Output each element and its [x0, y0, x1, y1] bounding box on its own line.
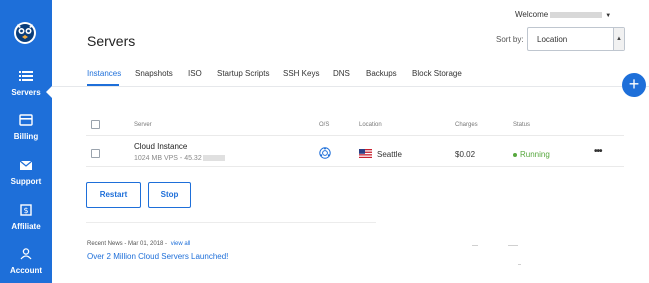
sidebar-item-label: Servers — [11, 88, 41, 97]
row-checkbox[interactable] — [91, 149, 100, 158]
tab-dns[interactable]: DNS — [333, 69, 350, 78]
tab-startup-scripts[interactable]: Startup Scripts — [217, 69, 269, 78]
svg-text:$: $ — [23, 206, 28, 215]
os-logo-icon — [319, 147, 331, 159]
chevron-down-icon: ▼ — [605, 13, 612, 19]
tab-backups[interactable]: Backups — [366, 69, 397, 78]
restart-button[interactable]: Restart — [86, 182, 141, 208]
news-meta: Recent News - Mar 01, 2018 - view all — [87, 241, 191, 247]
sidebar-item-label: Billing — [13, 132, 39, 141]
tab-ssh-keys[interactable]: SSH Keys — [283, 69, 319, 78]
tab-block-storage[interactable]: Block Storage — [412, 69, 462, 78]
select-arrows-icon: ▲ — [613, 28, 624, 50]
status-badge: Running — [513, 150, 550, 159]
redacted-ip — [202, 155, 225, 162]
column-header-charges: Charges — [455, 122, 478, 128]
sidebar: Servers Billing Support $ Affiliate Acco… — [0, 0, 52, 283]
table-divider — [86, 135, 624, 136]
list-icon — [19, 71, 33, 81]
us-flag-icon — [359, 149, 372, 158]
sidebar-item-support[interactable]: Support — [0, 159, 52, 186]
sidebar-item-servers[interactable]: Servers — [0, 70, 52, 97]
sort-by-select[interactable]: Location ▲ — [527, 27, 625, 51]
active-indicator — [46, 86, 52, 98]
user-icon — [20, 248, 32, 260]
server-charges: $0.02 — [455, 150, 476, 159]
column-header-status: Status — [513, 122, 531, 128]
tab-snapshots[interactable]: Snapshots — [135, 69, 173, 78]
news-divider — [86, 222, 376, 223]
add-server-button[interactable]: + — [622, 73, 646, 97]
table-divider — [86, 166, 624, 167]
welcome-menu[interactable]: Welcome ▼ — [515, 10, 611, 19]
decorative-mark — [518, 264, 521, 265]
sort-by-label: Sort by: — [496, 35, 524, 44]
tab-iso[interactable]: ISO — [188, 69, 202, 78]
page-title: Servers — [87, 33, 136, 49]
column-header-server: Server — [134, 122, 152, 128]
sidebar-item-billing[interactable]: Billing — [0, 114, 52, 141]
server-meta: 1024 MB VPS - 45.32 — [134, 155, 225, 162]
tab-instances[interactable]: Instances — [87, 69, 121, 78]
credit-card-icon — [19, 114, 33, 126]
sidebar-item-label: Account — [10, 266, 42, 275]
stop-button[interactable]: Stop — [148, 182, 191, 208]
sidebar-item-account[interactable]: Account — [0, 248, 52, 275]
view-all-link[interactable]: view all — [171, 241, 191, 247]
status-dot-icon — [513, 152, 517, 157]
server-location: Seattle — [377, 150, 402, 159]
more-options-icon[interactable]: ••• — [594, 146, 602, 157]
sidebar-item-label: Affiliate — [11, 222, 41, 231]
tabs-divider — [52, 86, 649, 87]
dollar-icon: $ — [20, 204, 32, 216]
column-header-location: Location — [359, 122, 382, 128]
redacted-username — [550, 11, 603, 18]
sidebar-item-affiliate[interactable]: $ Affiliate — [0, 204, 52, 231]
server-name[interactable]: Cloud Instance — [134, 142, 187, 151]
welcome-text: Welcome — [515, 10, 549, 19]
select-all-checkbox[interactable] — [91, 120, 100, 129]
logo-icon[interactable] — [11, 18, 39, 46]
decorative-mark — [472, 245, 478, 246]
news-headline-link[interactable]: Over 2 Million Cloud Servers Launched! — [87, 252, 228, 261]
envelope-icon — [19, 160, 33, 170]
decorative-mark — [508, 245, 518, 246]
sidebar-item-label: Support — [10, 177, 42, 186]
sort-by-value: Location — [537, 35, 568, 44]
column-header-os: O/S — [319, 122, 330, 128]
